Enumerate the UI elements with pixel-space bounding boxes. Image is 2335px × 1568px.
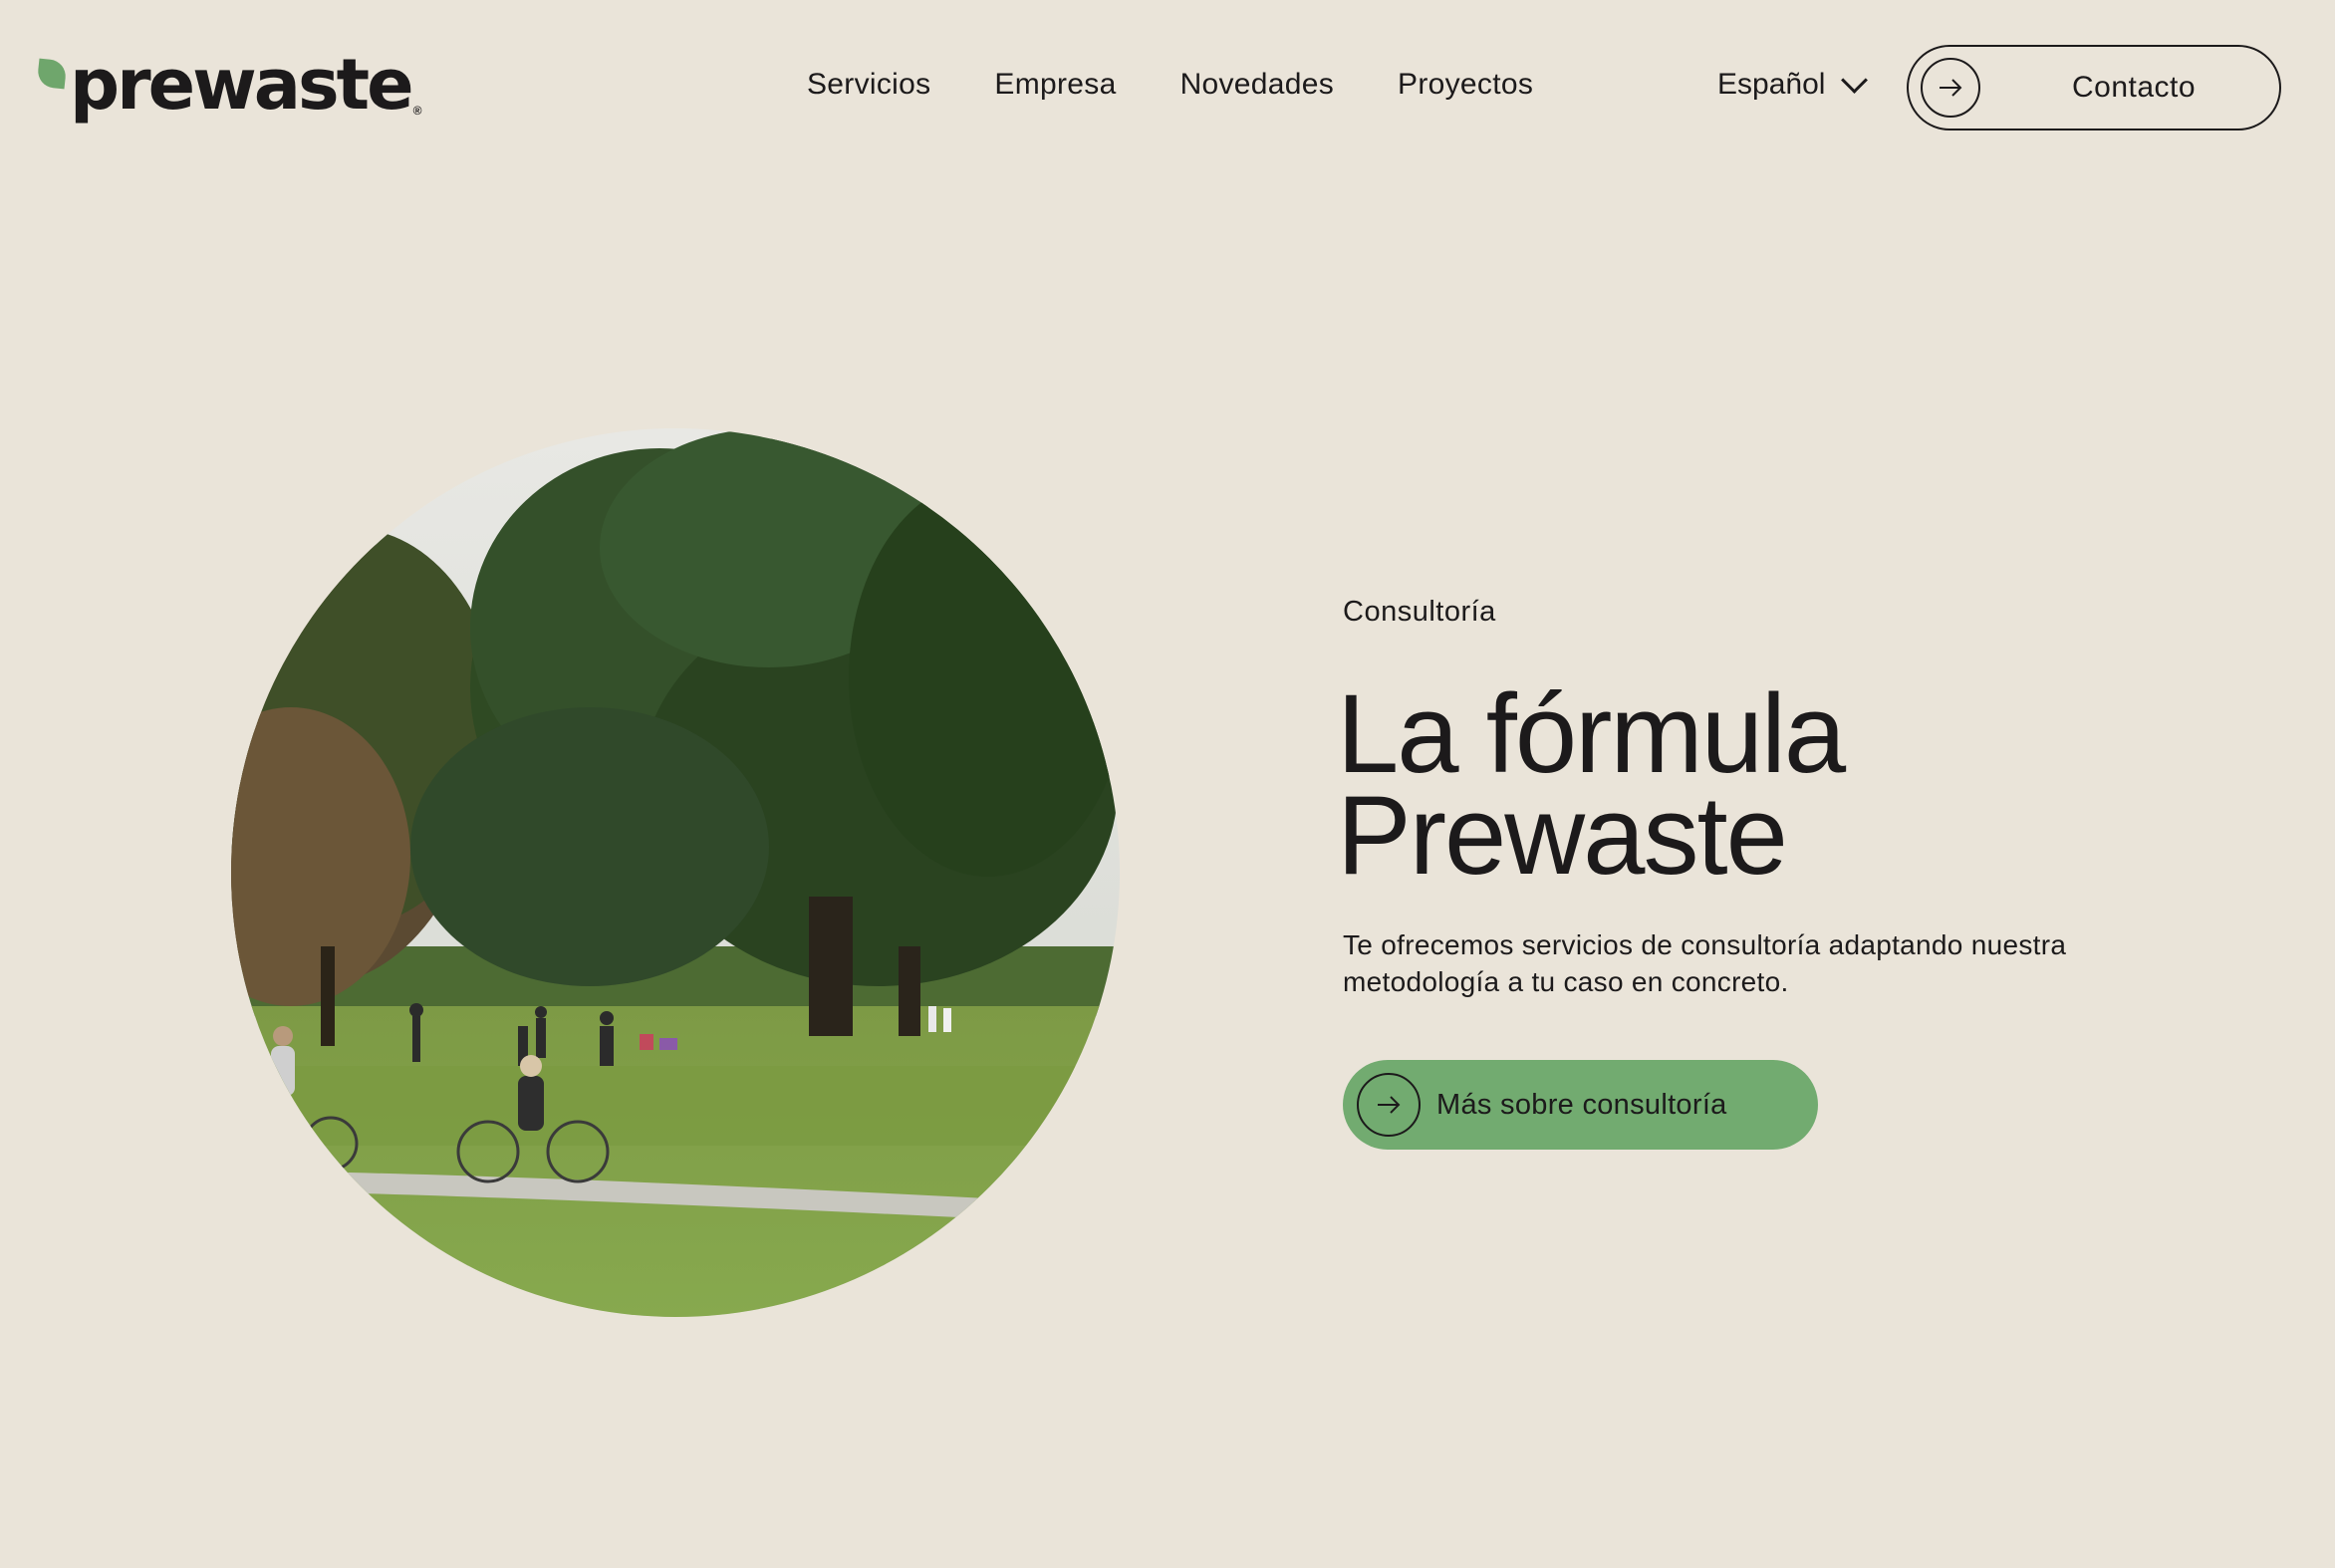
nav-item-proyectos[interactable]: Proyectos bbox=[1398, 68, 1533, 102]
hero-title: La fórmula Prewaste bbox=[1337, 671, 2233, 898]
logo-wordmark: prewaste bbox=[70, 44, 414, 126]
nav-item-servicios[interactable]: Servicios bbox=[807, 68, 930, 102]
main-nav: Servicios Empresa Novedades Proyectos bbox=[807, 68, 1533, 102]
registered-mark: ® bbox=[412, 104, 422, 118]
chevron-down-icon bbox=[1841, 66, 1869, 94]
arrow-right-icon bbox=[1921, 58, 1980, 118]
more-consulting-button[interactable]: Más sobre consultoría bbox=[1343, 1060, 1818, 1150]
nav-item-novedades[interactable]: Novedades bbox=[1180, 68, 1334, 102]
hero-description: Te ofrecemos servicios de consultoría ad… bbox=[1343, 929, 2067, 997]
hero-title-line-2: Prewaste bbox=[1337, 773, 1788, 898]
leaf-logo-icon bbox=[36, 58, 68, 90]
nav-item-empresa[interactable]: Empresa bbox=[994, 68, 1116, 102]
hero-eyebrow: Consultoría bbox=[1343, 596, 1496, 628]
contact-label: Contacto bbox=[2072, 71, 2197, 104]
language-label: Español bbox=[1717, 68, 1826, 101]
language-selector[interactable]: Español bbox=[1717, 66, 1869, 102]
arrow-right-icon bbox=[1357, 1073, 1421, 1137]
hero-title-line-1: La fórmula bbox=[1337, 671, 1846, 796]
contact-button[interactable]: Contacto bbox=[1907, 45, 2281, 131]
more-consulting-label: Más sobre consultoría bbox=[1436, 1088, 1727, 1121]
site-header: prewaste ® Servicios Empresa Novedades P… bbox=[0, 0, 2335, 179]
prewaste-logo[interactable]: prewaste ® bbox=[36, 44, 421, 133]
park-photo bbox=[231, 428, 1120, 1317]
